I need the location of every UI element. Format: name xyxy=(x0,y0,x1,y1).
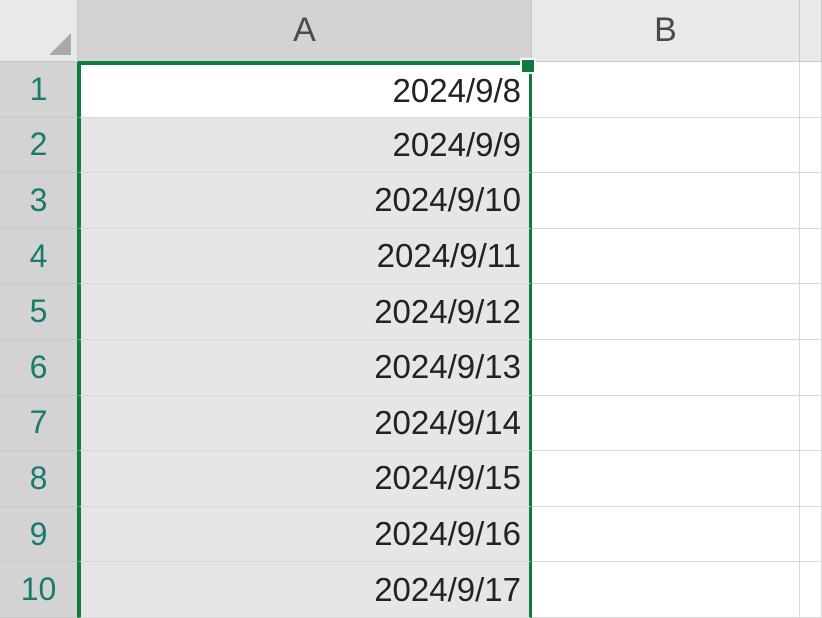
column-header-A[interactable]: A xyxy=(78,0,532,62)
cell-A7[interactable]: 2024/9/14 xyxy=(78,396,532,452)
row-header-10[interactable]: 10 xyxy=(0,562,78,618)
column-header-B[interactable]: B xyxy=(532,0,800,62)
row-header-7[interactable]: 7 xyxy=(0,396,78,452)
spreadsheet-grid[interactable]: A B 1 2024/9/8 2 2024/9/9 3 2024/9/10 4 … xyxy=(0,0,822,618)
cell-B2[interactable] xyxy=(532,118,800,174)
cell-A8[interactable]: 2024/9/15 xyxy=(78,451,532,507)
cell-B9[interactable] xyxy=(532,507,800,563)
cell-B7[interactable] xyxy=(532,396,800,452)
cell-C1[interactable] xyxy=(800,62,822,118)
cell-C10[interactable] xyxy=(800,562,822,618)
row-header-3[interactable]: 3 xyxy=(0,173,78,229)
cell-value: 2024/9/15 xyxy=(374,459,521,497)
cell-value: 2024/9/10 xyxy=(374,181,521,219)
cell-B6[interactable] xyxy=(532,340,800,396)
cell-B8[interactable] xyxy=(532,451,800,507)
cell-C5[interactable] xyxy=(800,284,822,340)
cell-value: 2024/9/17 xyxy=(374,571,521,609)
cell-A9[interactable]: 2024/9/16 xyxy=(78,507,532,563)
row-header-9[interactable]: 9 xyxy=(0,507,78,563)
cell-value: 2024/9/9 xyxy=(393,126,521,164)
cell-A2[interactable]: 2024/9/9 xyxy=(78,118,532,174)
row-header-6[interactable]: 6 xyxy=(0,340,78,396)
cell-A3[interactable]: 2024/9/10 xyxy=(78,173,532,229)
cell-B1[interactable] xyxy=(532,62,800,118)
cell-value: 2024/9/12 xyxy=(374,293,521,331)
cell-value: 2024/9/16 xyxy=(374,515,521,553)
cell-C3[interactable] xyxy=(800,173,822,229)
cell-C6[interactable] xyxy=(800,340,822,396)
cell-B3[interactable] xyxy=(532,173,800,229)
cell-B10[interactable] xyxy=(532,562,800,618)
cell-C2[interactable] xyxy=(800,118,822,174)
cell-value: 2024/9/14 xyxy=(374,404,521,442)
cell-C7[interactable] xyxy=(800,396,822,452)
fill-handle[interactable] xyxy=(520,58,536,74)
cell-C9[interactable] xyxy=(800,507,822,563)
cell-C8[interactable] xyxy=(800,451,822,507)
cell-B4[interactable] xyxy=(532,229,800,285)
cell-B5[interactable] xyxy=(532,284,800,340)
row-header-8[interactable]: 8 xyxy=(0,451,78,507)
cell-A10[interactable]: 2024/9/17 xyxy=(78,562,532,618)
row-header-1[interactable]: 1 xyxy=(0,62,78,118)
select-all-corner[interactable] xyxy=(0,0,78,62)
row-header-5[interactable]: 5 xyxy=(0,284,78,340)
cell-value: 2024/9/11 xyxy=(377,237,521,275)
cell-A4[interactable]: 2024/9/11 xyxy=(78,229,532,285)
cell-value: 2024/9/8 xyxy=(393,72,521,110)
cell-A6[interactable]: 2024/9/13 xyxy=(78,340,532,396)
row-header-4[interactable]: 4 xyxy=(0,229,78,285)
cell-A1[interactable]: 2024/9/8 xyxy=(78,62,532,118)
cell-C4[interactable] xyxy=(800,229,822,285)
cell-value: 2024/9/13 xyxy=(374,348,521,386)
row-header-2[interactable]: 2 xyxy=(0,118,78,174)
cell-A5[interactable]: 2024/9/12 xyxy=(78,284,532,340)
column-header-C-partial[interactable] xyxy=(800,0,822,62)
